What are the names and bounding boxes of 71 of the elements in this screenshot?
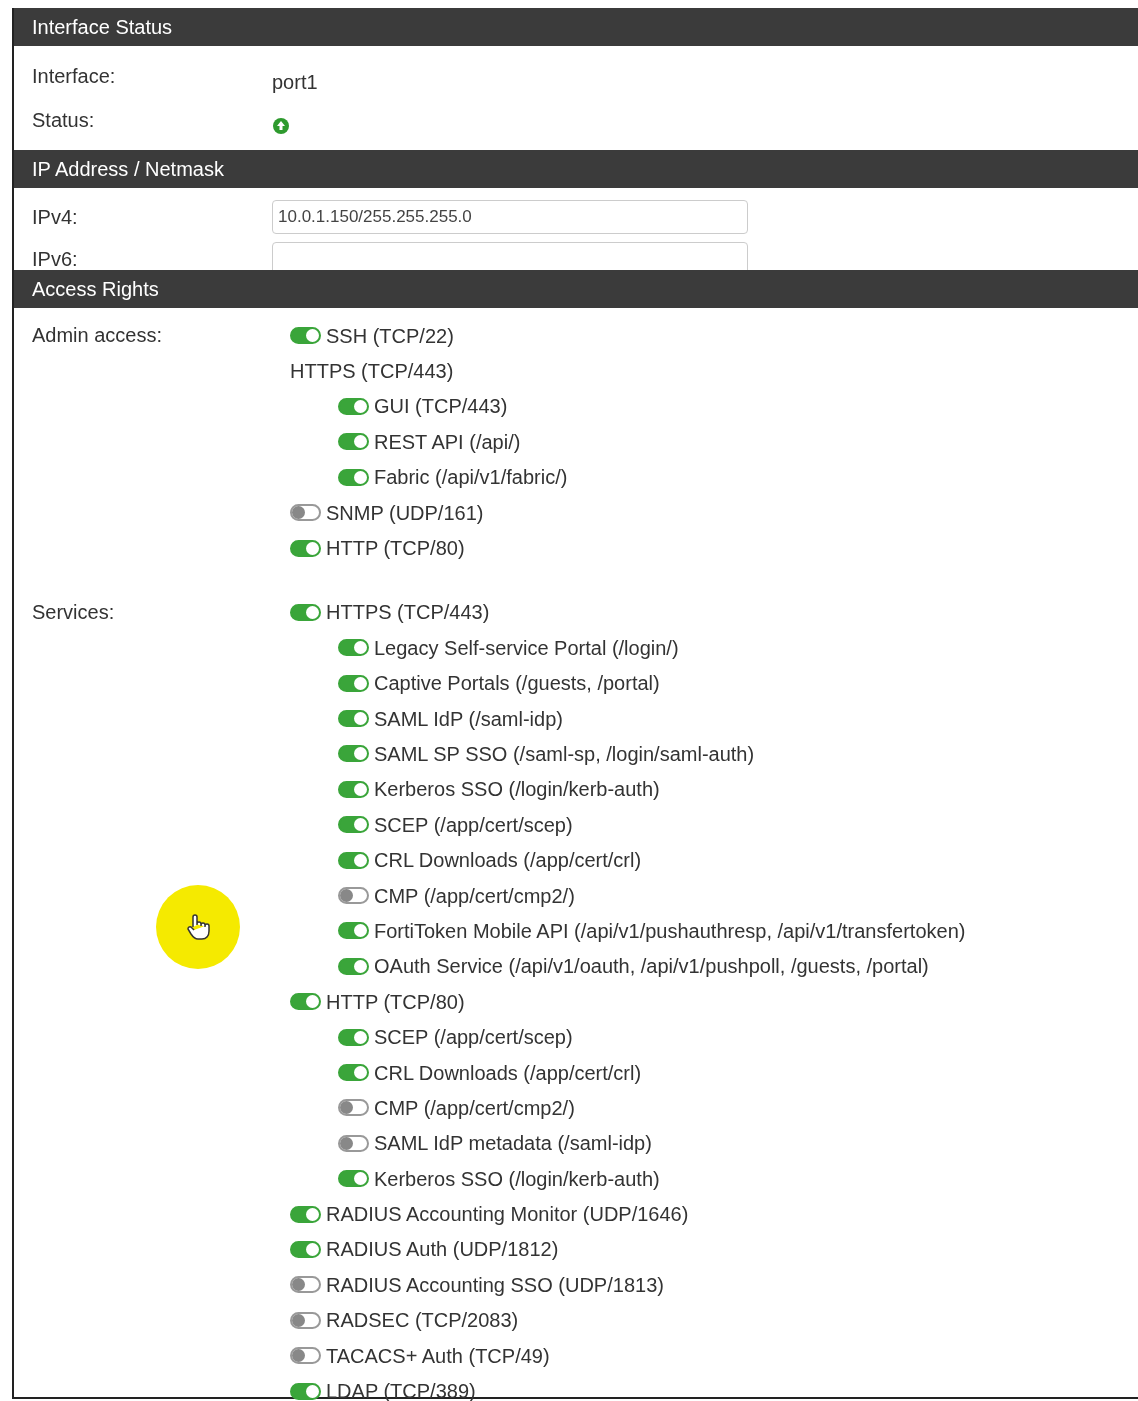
toggle-switch[interactable] [338, 745, 369, 763]
toggle-label: SAML SP SSO (/saml-sp, /login/saml-auth) [374, 742, 755, 767]
toggle-label: HTTP (TCP/80) [326, 536, 465, 562]
toggle-switch[interactable] [338, 1099, 369, 1117]
toggle-label: SSH (TCP/22) [326, 323, 454, 349]
input-field[interactable]: 10.0.1.150/255.255.255.0 [272, 200, 748, 234]
toggle-switch[interactable] [290, 1240, 321, 1258]
toggle-label: FortiToken Mobile API (/api/v1/pushauthresp, /api/v1/transfertoken) [374, 918, 966, 944]
toggle-switch[interactable] [290, 1276, 321, 1294]
toggle-label: TACACS+ Auth (TCP/49) [326, 1343, 550, 1369]
toggle-label: OAuth Service (/api/v1/oauth, /api/v1/pushpoll, /guests, /portal) [374, 954, 929, 980]
toggle-label: HTTP (TCP/80) [326, 989, 465, 1015]
toggle-switch[interactable] [338, 639, 369, 657]
toggle-label: RADIUS Accounting SSO (UDP/1813) [326, 1272, 664, 1298]
toggle-label: SCEP (/app/cert/scep) [374, 1025, 573, 1051]
option-heading: HTTPS (TCP/443) [290, 359, 454, 385]
toggle-switch[interactable] [290, 539, 321, 557]
section-header: Access Rights [32, 277, 159, 302]
toggle-switch[interactable] [338, 1064, 369, 1081]
toggle-switch[interactable] [338, 887, 369, 905]
field-label: IPv6: [31, 247, 79, 270]
toggle-label: CMP (/app/cert/cmp2/) [374, 1095, 575, 1121]
toggle-switch[interactable] [338, 1028, 369, 1046]
toggle-switch[interactable] [338, 922, 369, 940]
section-header: Interface Status [32, 15, 173, 40]
toggle-switch[interactable] [338, 816, 369, 834]
toggle-label: SAML IdP metadata (/saml-idp) [374, 1131, 652, 1157]
toggle-label: SNMP (UDP/161) [326, 500, 484, 526]
toggle-label: REST API (/api/) [374, 429, 521, 455]
input-field[interactable] [272, 242, 748, 270]
toggle-switch[interactable] [338, 1134, 369, 1152]
toggle-label: CRL Downloads (/app/cert/crl) [374, 848, 642, 874]
toggle-switch[interactable] [338, 468, 369, 486]
toggle-label: Fabric (/api/v1/fabric/) [374, 465, 568, 491]
toggle-switch[interactable] [338, 957, 369, 975]
toggle-switch[interactable] [338, 1170, 369, 1188]
toggle-label: RADIUS Accounting Monitor (UDP/1646) [326, 1202, 689, 1228]
toggle-switch[interactable] [338, 851, 369, 869]
hand-cursor-icon [185, 913, 211, 941]
toggle-switch[interactable] [290, 327, 321, 345]
field-value: port1 [272, 70, 318, 95]
toggle-label: SAML IdP (/saml-idp) [374, 706, 563, 732]
field-label: Services: [31, 599, 116, 625]
toggle-switch[interactable] [290, 603, 321, 621]
section-header: IP Address / Netmask [32, 157, 224, 182]
toggle-switch[interactable] [338, 674, 369, 692]
toggle-switch[interactable] [338, 710, 369, 728]
toggle-label: CMP (/app/cert/cmp2/) [374, 883, 575, 909]
toggle-switch[interactable] [290, 1382, 321, 1400]
toggle-label: SCEP (/app/cert/scep) [374, 812, 573, 838]
field-label: Admin access: [31, 323, 164, 348]
toggle-switch[interactable] [290, 993, 321, 1011]
toggle-label: CRL Downloads (/app/cert/crl) [374, 1060, 642, 1086]
toggle-switch[interactable] [290, 1205, 321, 1223]
toggle-label: HTTPS (TCP/443) [326, 600, 490, 626]
toggle-label: Captive Portals (/guests, /portal) [374, 671, 660, 697]
toggle-label: GUI (TCP/443) [374, 394, 508, 420]
field-label: Status: [31, 108, 96, 133]
toggle-switch[interactable] [338, 780, 369, 798]
toggle-switch[interactable] [338, 397, 369, 415]
field-label: IPv4: [31, 205, 79, 230]
toggle-label: Legacy Self-service Portal (/login/) [374, 635, 679, 661]
toggle-switch[interactable] [290, 1311, 321, 1329]
toggle-switch[interactable] [338, 433, 369, 451]
field-label: Interface: [31, 64, 117, 89]
toggle-label: Kerberos SSO (/login/kerb-auth) [374, 1166, 660, 1192]
toggle-switch[interactable] [290, 1347, 321, 1365]
toggle-label: Kerberos SSO (/login/kerb-auth) [374, 777, 660, 803]
toggle-label: RADIUS Auth (UDP/1812) [326, 1237, 559, 1263]
toggle-label: RADSEC (TCP/2083) [326, 1308, 519, 1334]
toggle-switch[interactable] [290, 504, 321, 522]
